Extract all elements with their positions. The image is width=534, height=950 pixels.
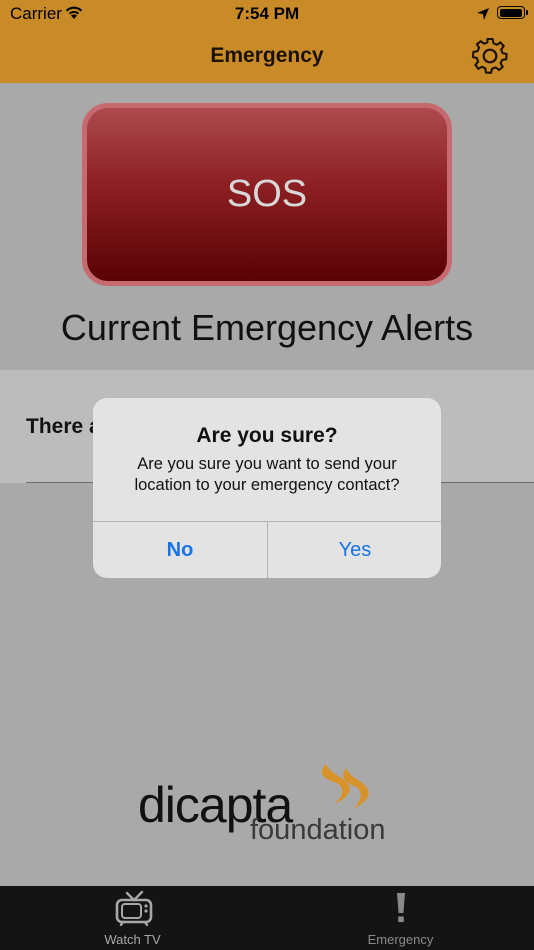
list-item: There a (26, 415, 101, 438)
logo-subtitle: foundation (250, 814, 386, 846)
tab-watch-tv[interactable]: Watch TV (0, 886, 267, 950)
confirmation-dialog: Are you sure? Are you sure you want to s… (93, 398, 441, 578)
sos-button[interactable]: SOS (82, 103, 452, 286)
navigation-bar: Emergency (0, 28, 534, 83)
alerts-heading: Current Emergency Alerts (60, 307, 474, 348)
tab-emergency[interactable]: Emergency (267, 886, 534, 950)
tab-label: Emergency (367, 932, 434, 947)
exclamation-icon (267, 890, 534, 931)
battery-tip (526, 10, 528, 15)
tab-label: Watch TV (104, 932, 161, 947)
dialog-title: Are you sure? (196, 424, 338, 447)
page-title: Emergency (210, 44, 324, 67)
gear-icon[interactable] (470, 36, 510, 76)
yes-button[interactable]: Yes (268, 522, 441, 578)
status-bar: Carrier 7:54 PM (0, 0, 534, 28)
logo-swoosh-icon (321, 764, 369, 808)
sos-label: SOS (226, 173, 308, 215)
dialog-message: Are you sure you want to send your locat… (134, 455, 400, 494)
tv-icon (0, 890, 267, 931)
clock: 7:54 PM (234, 4, 300, 23)
location-arrow-icon (476, 6, 490, 26)
no-button[interactable]: No (93, 522, 267, 578)
battery-icon (497, 6, 525, 19)
tab-bar: Watch TV Emergency (0, 886, 534, 950)
dicapta-logo: dicapta foundation (138, 762, 400, 848)
